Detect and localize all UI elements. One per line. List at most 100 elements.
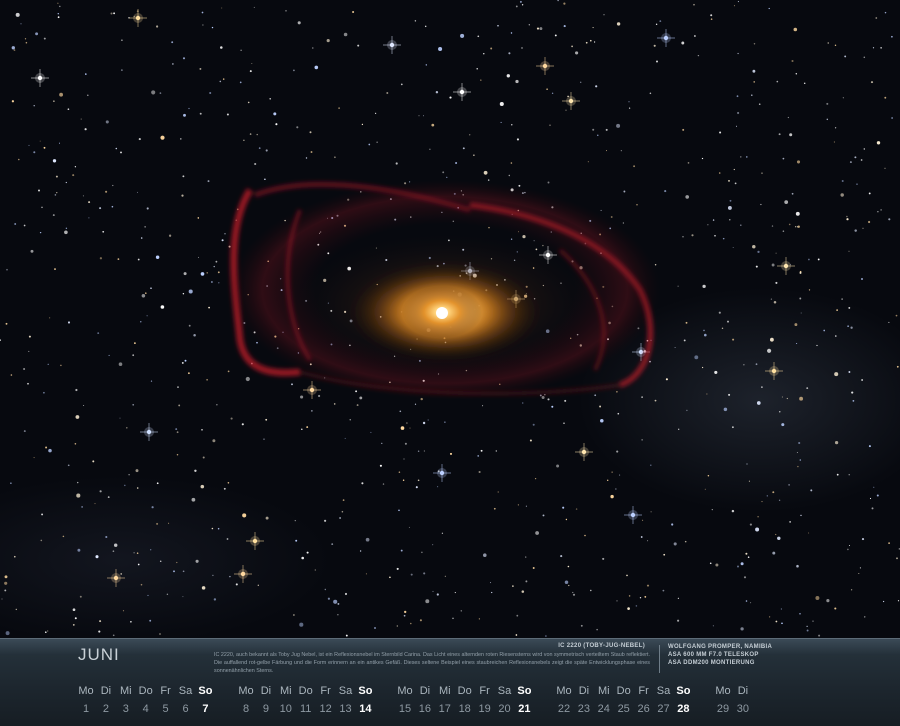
bright-star: [383, 36, 401, 54]
star: [477, 455, 480, 457]
star: [677, 597, 680, 599]
star: [306, 551, 309, 554]
star: [473, 154, 475, 156]
star: [120, 151, 122, 154]
star: [57, 2, 59, 4]
star: [849, 161, 852, 164]
star: [213, 265, 215, 268]
star: [812, 620, 814, 622]
star: [877, 211, 879, 213]
star: [417, 450, 420, 452]
star: [398, 509, 400, 512]
star: [834, 440, 839, 445]
star: [14, 555, 16, 558]
star: [712, 219, 715, 221]
star: [65, 227, 68, 229]
star: [703, 329, 705, 332]
star: [27, 382, 29, 385]
day-number: 17: [438, 703, 451, 715]
star: [875, 17, 878, 19]
star: [5, 322, 8, 325]
star: [182, 292, 185, 295]
calendar-day: Sa 27: [654, 685, 674, 715]
star: [834, 127, 837, 129]
star: [45, 631, 47, 633]
day-number: 3: [122, 703, 129, 715]
star: [673, 542, 677, 546]
star: [293, 69, 295, 72]
month-title: JUNI: [78, 645, 120, 664]
star: [210, 281, 213, 283]
star: [396, 567, 399, 570]
star: [750, 602, 752, 604]
star: [312, 47, 314, 49]
star: [444, 421, 446, 423]
star: [815, 596, 820, 600]
star: [137, 258, 140, 261]
star: [562, 506, 565, 509]
star: [784, 200, 789, 204]
star: [876, 141, 881, 145]
star: [188, 324, 191, 327]
star: [891, 35, 893, 38]
star: [374, 112, 377, 115]
star: [791, 59, 794, 63]
star: [28, 144, 30, 146]
star: [731, 509, 735, 513]
calendar-day: Mo 22: [554, 685, 574, 715]
star: [151, 90, 156, 95]
star: [404, 442, 407, 445]
star: [723, 407, 728, 412]
star: [243, 139, 245, 142]
star: [590, 589, 592, 592]
star: [115, 147, 118, 150]
star: [150, 380, 153, 382]
star: [82, 195, 84, 197]
calendar-day: So 28: [673, 685, 693, 715]
star: [761, 172, 763, 174]
star: [678, 428, 680, 430]
star: [132, 354, 135, 357]
star: [326, 39, 330, 43]
star: [343, 32, 348, 37]
star: [556, 464, 560, 468]
star: [818, 634, 821, 637]
star: [173, 570, 175, 573]
star: [788, 223, 791, 226]
star: [176, 454, 179, 456]
star: [352, 10, 355, 14]
star: [852, 399, 855, 402]
star: [10, 374, 13, 376]
star: [245, 376, 250, 382]
star: [827, 42, 829, 44]
star: [124, 484, 126, 487]
star: [731, 426, 734, 429]
star: [753, 81, 755, 83]
star: [182, 175, 185, 178]
star: [747, 556, 750, 558]
star: [493, 507, 496, 510]
star: [748, 480, 750, 482]
star: [418, 115, 420, 117]
star: [864, 616, 866, 618]
star: [47, 363, 49, 365]
star: [140, 583, 143, 586]
star: [365, 537, 370, 542]
day-number: 2: [102, 703, 109, 715]
star: [126, 427, 128, 429]
bright-star: [234, 565, 252, 583]
star: [719, 131, 722, 134]
calendar-day: Fr 19: [475, 685, 495, 715]
weekday-label: So: [676, 685, 691, 697]
star: [836, 309, 838, 311]
day-number: 27: [657, 703, 670, 715]
star: [595, 85, 598, 88]
calendar-day: Di 23: [574, 685, 594, 715]
star: [547, 398, 550, 401]
star: [105, 535, 108, 539]
star: [532, 567, 535, 569]
day-number: 30: [736, 703, 750, 715]
star: [147, 594, 149, 596]
star: [342, 499, 345, 501]
star: [361, 482, 364, 485]
